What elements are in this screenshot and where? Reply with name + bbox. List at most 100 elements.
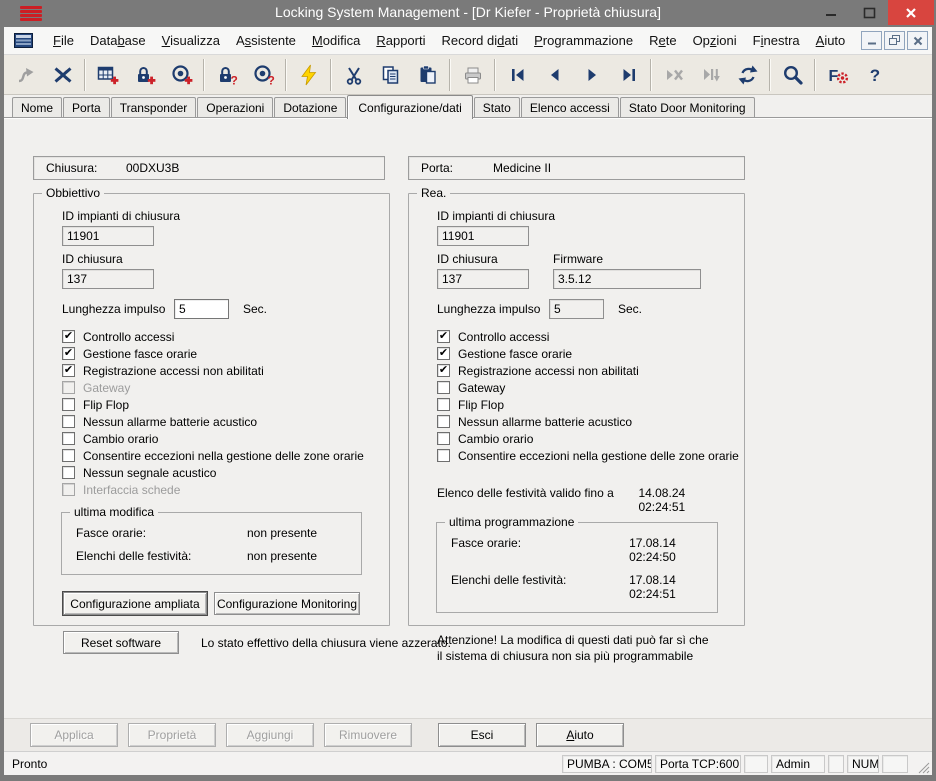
refresh-button[interactable]	[729, 58, 766, 92]
new-transponder-button[interactable]	[163, 58, 200, 92]
reject-button[interactable]	[44, 58, 81, 92]
checkbox-label: Consentire eccezioni nella gestione dell…	[83, 449, 364, 463]
window-maximize-button[interactable]	[850, 0, 888, 25]
checkbox[interactable]	[437, 398, 450, 411]
tab-stato-door-monitoring[interactable]: Stato Door Monitoring	[620, 97, 755, 118]
target-pulse-field[interactable]	[174, 299, 229, 319]
checkbox[interactable]	[62, 415, 75, 428]
checkbox[interactable]: ✔	[437, 347, 450, 360]
read-transponder-button[interactable]: ?	[245, 58, 282, 92]
tab-transponder[interactable]: Transponder	[111, 97, 197, 118]
menu-file[interactable]: File	[45, 30, 82, 51]
tab-operazioni[interactable]: Operazioni	[197, 97, 273, 118]
new-lock-button[interactable]	[126, 58, 163, 92]
child-restore-button[interactable]	[884, 31, 905, 50]
checkbox[interactable]	[437, 415, 450, 428]
aiuto-button[interactable]: Aiuto	[536, 723, 624, 747]
checkbox-label: Gestione fasce orarie	[458, 347, 572, 361]
checkbox-label: Controllo accessi	[458, 330, 549, 344]
paste-button[interactable]	[409, 58, 446, 92]
tab-dotazione[interactable]: Dotazione	[274, 97, 346, 118]
menu-modifica[interactable]: Modifica	[304, 30, 368, 51]
last-change-title: ultima modifica	[70, 505, 158, 519]
checkbox[interactable]: ✔	[62, 364, 75, 377]
window-minimize-button[interactable]	[812, 0, 850, 25]
holiday-lists-label: Elenchi delle festività:	[76, 549, 247, 563]
menu-rete[interactable]: Rete	[641, 30, 684, 51]
program-button[interactable]	[290, 58, 327, 92]
firmware-field	[553, 269, 701, 289]
rimuovere-button: Rimuovere	[324, 723, 412, 747]
next-record-button[interactable]	[573, 58, 610, 92]
menu-items: FileDatabaseVisualizzaAssistenteModifica…	[45, 30, 861, 51]
copy-button[interactable]	[372, 58, 409, 92]
checkbox-row-nessun-allarme-batterie-acustico: Nessun allarme batterie acustico	[62, 413, 379, 430]
checkbox[interactable]: ✔	[62, 347, 75, 360]
child-minimize-button[interactable]	[861, 31, 882, 50]
document-icon	[14, 33, 33, 48]
tab-configurazione-dati[interactable]: Configurazione/dati	[347, 95, 472, 119]
filter-settings-icon: F	[827, 64, 849, 86]
extended-configuration-button[interactable]: Configurazione ampliata	[63, 592, 207, 615]
status-panel-porta-tcp-6001: Porta TCP:6001	[655, 755, 741, 773]
time-zones-value: non presente	[247, 526, 317, 540]
tab-porta[interactable]: Porta	[63, 97, 110, 118]
window-close-button[interactable]	[888, 0, 934, 25]
filter-settings-button[interactable]: F	[819, 58, 856, 92]
statusbar: Pronto PUMBA : COM5Porta TCP:6001AdminNU…	[4, 751, 932, 775]
checkbox[interactable]: ✔	[437, 330, 450, 343]
warning-text: Attenzione! La modifica di questi dati p…	[437, 632, 734, 664]
checkbox-row-consentire-eccezioni-nella-gestione-delle-zone-orarie: Consentire eccezioni nella gestione dell…	[437, 447, 734, 464]
menu-rapporti[interactable]: Rapporti	[368, 30, 433, 51]
status-panel-pumba-com5: PUMBA : COM5	[562, 755, 652, 773]
menu-opzioni[interactable]: Opzioni	[685, 30, 745, 51]
cut-button[interactable]	[335, 58, 372, 92]
propriet-button: Proprietà	[128, 723, 216, 747]
menu-database[interactable]: Database	[82, 30, 154, 51]
checkbox[interactable]	[62, 398, 75, 411]
menu-aiuto[interactable]: Aiuto	[808, 30, 854, 51]
previous-record-button[interactable]	[536, 58, 573, 92]
esci-button[interactable]: Esci	[438, 723, 526, 747]
aggiungi-button: Aggiungi	[226, 723, 314, 747]
checkbox[interactable]	[62, 449, 75, 462]
checkbox-label: Gateway	[458, 381, 505, 395]
checkbox[interactable]	[437, 449, 450, 462]
checkbox-label: Interfaccia schede	[83, 483, 180, 497]
menu-finestra[interactable]: Finestra	[745, 30, 808, 51]
last-record-button[interactable]	[610, 58, 647, 92]
checkbox-label: Nessun allarme batterie acustico	[83, 415, 257, 429]
help-button[interactable]: ?	[856, 58, 893, 92]
menu-programmazione[interactable]: Programmazione	[526, 30, 641, 51]
target-pulse-label: Lunghezza impulso	[62, 302, 174, 316]
checkbox[interactable]: ✔	[62, 330, 75, 343]
checkbox[interactable]: ✔	[437, 364, 450, 377]
child-close-button[interactable]	[907, 31, 928, 50]
read-lock-button[interactable]: ?	[208, 58, 245, 92]
actual-group-title: Rea.	[417, 186, 450, 200]
checkbox[interactable]	[62, 432, 75, 445]
menu-assistente[interactable]: Assistente	[228, 30, 304, 51]
checkbox[interactable]	[437, 432, 450, 445]
monitoring-configuration-button[interactable]: Configurazione Monitoring	[214, 592, 360, 615]
tab-elenco-accessi[interactable]: Elenco accessi	[521, 97, 619, 118]
menu-record-didati[interactable]: Record didati	[433, 30, 526, 51]
search-button[interactable]	[774, 58, 811, 92]
tab-nome[interactable]: Nome	[12, 97, 62, 118]
tab-stato[interactable]: Stato	[474, 97, 520, 118]
checkbox-row-registrazione-accessi-non-abilitati: ✔Registrazione accessi non abilitati	[437, 362, 734, 379]
copy-icon	[380, 64, 402, 86]
first-record-button[interactable]	[499, 58, 536, 92]
actual-groupbox: Rea. ID impianti di chiusura ID chiusura…	[408, 193, 745, 626]
checkbox[interactable]	[437, 381, 450, 394]
holiday-lists-value: non presente	[247, 549, 317, 563]
resize-grip-icon[interactable]	[916, 760, 930, 774]
checkbox-label: Consentire eccezioni nella gestione dell…	[458, 449, 739, 463]
target-system-id-field	[62, 226, 154, 246]
new-matrix-button[interactable]	[89, 58, 126, 92]
actual-lock-id-label: ID chiusura	[437, 252, 529, 266]
reset-software-button[interactable]: Reset software	[63, 631, 179, 654]
checkbox[interactable]	[62, 466, 75, 479]
menu-visualizza[interactable]: Visualizza	[154, 30, 228, 51]
refresh-icon	[737, 64, 759, 86]
